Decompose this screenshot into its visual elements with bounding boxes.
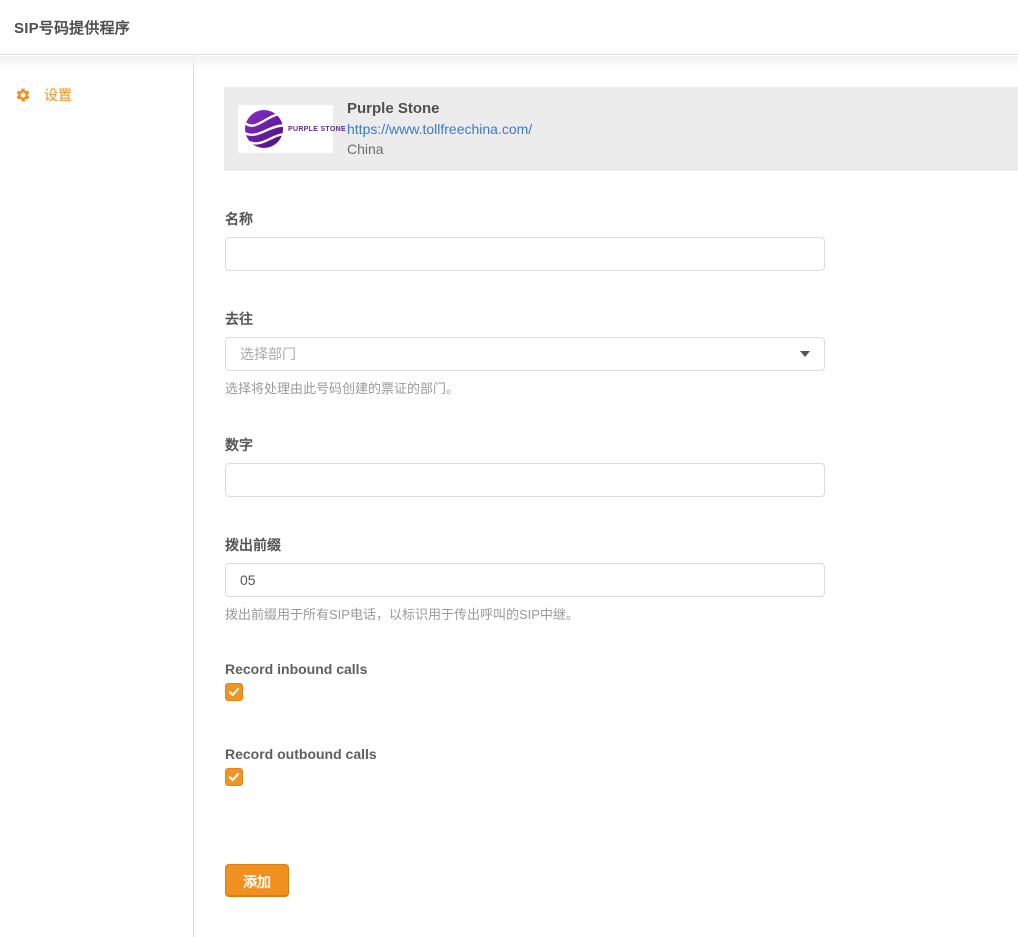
department-label: 去往 xyxy=(225,309,825,329)
name-field-group: 名称 xyxy=(225,209,825,271)
check-icon xyxy=(228,771,240,783)
record-outbound-group: Record outbound calls xyxy=(225,746,825,788)
sidebar-item-settings[interactable]: 设置 xyxy=(0,81,193,109)
name-input[interactable] xyxy=(225,237,825,271)
provider-logo-text: PURPLE STONE xyxy=(288,126,346,133)
record-inbound-label: Record inbound calls xyxy=(225,661,825,677)
provider-logo: PURPLE STONE xyxy=(238,105,333,153)
provider-country: China xyxy=(347,139,532,159)
provider-info: Purple Stone https://www.tollfreechina.c… xyxy=(347,99,532,159)
record-outbound-checkbox[interactable] xyxy=(225,768,243,786)
department-field-group: 去往 选择部门 选择将处理由此号码创建的票证的部门。 xyxy=(225,309,825,397)
number-input[interactable] xyxy=(225,463,825,497)
department-help-text: 选择将处理由此号码创建的票证的部门。 xyxy=(225,378,825,397)
provider-name: Purple Stone xyxy=(347,99,532,119)
record-outbound-label: Record outbound calls xyxy=(225,746,825,762)
provider-url-link[interactable]: https://www.tollfreechina.com/ xyxy=(347,119,532,139)
name-label: 名称 xyxy=(225,209,825,229)
sip-provider-form: 名称 去往 选择部门 选择将处理由此号码创建的票证的部门。 数字 拨出前缀 拨出… xyxy=(225,209,825,897)
record-inbound-checkbox[interactable] xyxy=(225,683,243,701)
prefix-help-text: 拨出前缀用于所有SIP电话，以标识用于传出呼叫的SIP中继。 xyxy=(225,604,825,623)
prefix-label: 拨出前缀 xyxy=(225,535,825,555)
add-button[interactable]: 添加 xyxy=(225,864,289,897)
gear-icon xyxy=(15,87,31,103)
number-field-group: 数字 xyxy=(225,435,825,497)
number-label: 数字 xyxy=(225,435,825,455)
purple-stone-globe-icon xyxy=(244,109,284,149)
chevron-down-icon xyxy=(800,351,810,357)
prefix-field-group: 拨出前缀 拨出前缀用于所有SIP电话，以标识用于传出呼叫的SIP中继。 xyxy=(225,535,825,623)
department-select-placeholder: 选择部门 xyxy=(240,344,296,364)
sidebar: 设置 xyxy=(0,55,194,937)
provider-card: PURPLE STONE Purple Stone https://www.to… xyxy=(224,87,1018,171)
sidebar-item-label: 设置 xyxy=(44,85,72,105)
page-title: SIP号码提供程序 xyxy=(14,17,130,38)
record-inbound-group: Record inbound calls xyxy=(225,661,825,703)
check-icon xyxy=(228,686,240,698)
department-select[interactable]: 选择部门 xyxy=(225,337,825,371)
app-header: SIP号码提供程序 xyxy=(0,0,1018,55)
main-content: PURPLE STONE Purple Stone https://www.to… xyxy=(194,55,1018,937)
prefix-input[interactable] xyxy=(225,563,825,597)
layout: 设置 PURPLE STONE xyxy=(0,55,1018,937)
